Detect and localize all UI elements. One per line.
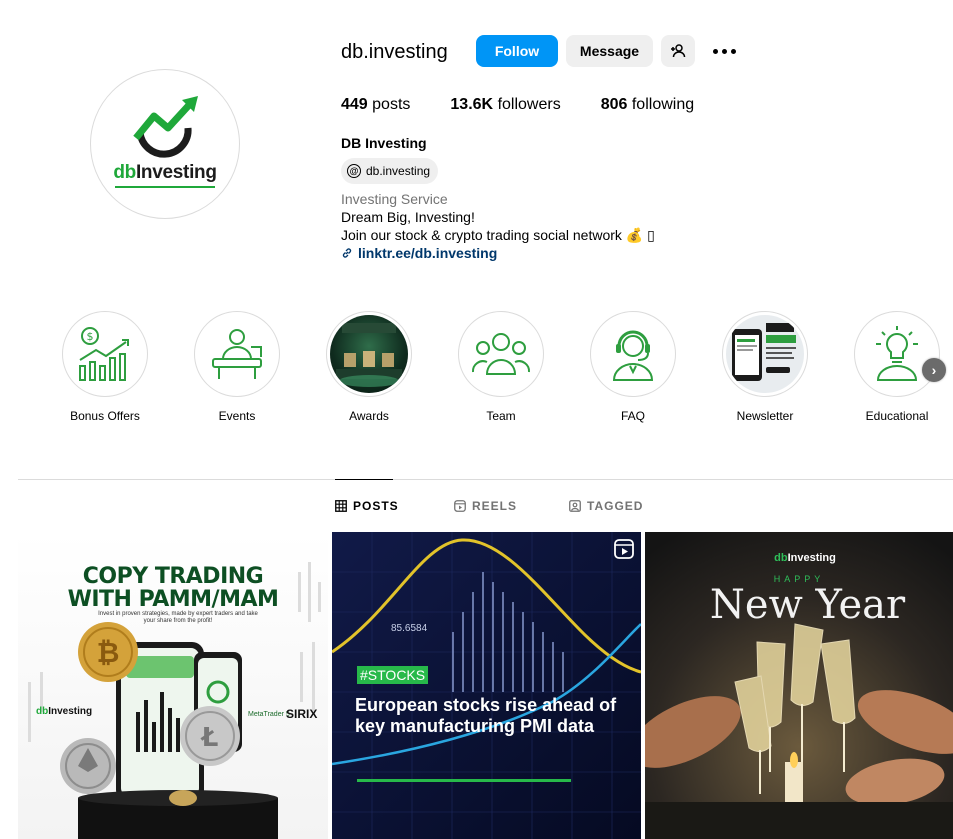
highlight-label: FAQ: [620, 409, 645, 423]
threads-handle: db.investing: [366, 164, 431, 178]
tab-posts-label: POSTS: [353, 499, 399, 513]
post2-title: European stocks rise ahead of key manufa…: [355, 695, 617, 736]
highlight-circle: [854, 311, 940, 397]
highlight-faq[interactable]: FAQ: [590, 311, 676, 423]
highlight-circle: [722, 311, 808, 397]
bio-line-1: Dream Big, Investing!: [341, 209, 475, 225]
tab-reels[interactable]: REELS: [454, 499, 517, 513]
highlight-label: Educational: [865, 409, 929, 423]
tagged-icon: [569, 500, 581, 512]
highlight-events[interactable]: Events: [194, 311, 280, 423]
highlight-team[interactable]: Team: [458, 311, 544, 423]
svg-text:SIRIX: SIRIX: [286, 707, 317, 721]
post3-new-year-text: New Year: [709, 582, 906, 628]
svg-text:₿: ₿: [97, 636, 120, 669]
active-tab-indicator: [335, 479, 393, 480]
message-button[interactable]: Message: [566, 35, 653, 67]
highlight-circle: [590, 311, 676, 397]
highlight-newsletter[interactable]: Newsletter: [722, 311, 808, 423]
follow-button[interactable]: Follow: [476, 35, 558, 67]
avatar-logo-underline: [115, 186, 215, 188]
link-icon: [342, 248, 352, 258]
tab-tagged-label: TAGGED: [587, 499, 644, 513]
post2-price-label: 85.6584: [391, 623, 428, 634]
grid-icon: [335, 500, 347, 512]
highlights-next-arrow-icon[interactable]: ›: [922, 358, 946, 382]
lightbulb-person-icon: [876, 326, 918, 381]
threads-icon: @: [347, 164, 361, 178]
bonus-chart-icon: $: [79, 327, 129, 381]
reels-icon: [454, 500, 466, 512]
profile-stats: 449 posts 13.6K followers 806 following: [341, 96, 734, 114]
posts-stat[interactable]: 449 posts: [341, 96, 410, 114]
tabs-divider: [18, 479, 953, 480]
highlight-circle: [458, 311, 544, 397]
profile-avatar[interactable]: dbInvesting: [90, 69, 240, 219]
post2-accent-line: [357, 779, 571, 782]
profile-full-name: DB Investing: [341, 135, 427, 151]
svg-text:dbInvesting: dbInvesting: [36, 706, 92, 717]
post3-brand: dbInvesting: [774, 552, 836, 564]
followers-stat[interactable]: 13.6K followers: [450, 96, 560, 114]
tab-posts[interactable]: POSTS: [335, 499, 399, 513]
svg-text:$: $: [87, 330, 94, 343]
presenter-icon: [212, 329, 262, 379]
avatar-logo-text: dbInvesting: [113, 162, 217, 183]
highlight-bonus-offers[interactable]: $ Bonus Offers: [62, 311, 148, 423]
post-happy-new-year[interactable]: dbInvesting HAPPY New Year: [645, 532, 953, 839]
highlight-label: Bonus Offers: [70, 409, 140, 423]
highlight-label: Awards: [349, 409, 389, 423]
story-highlights: $ Bonus Offers Events Awards Team FAQ Ne…: [62, 311, 952, 431]
post-european-stocks[interactable]: 85.6584 #STOCKS European stocks rise ahe…: [332, 532, 641, 839]
threads-badge[interactable]: @ db.investing: [341, 158, 439, 184]
highlight-awards[interactable]: Awards: [326, 311, 412, 423]
highlight-circle: [194, 311, 280, 397]
highlight-label: Team: [486, 409, 516, 423]
suggested-users-button[interactable]: [661, 35, 695, 67]
team-icon: [471, 333, 531, 375]
tab-reels-label: REELS: [472, 499, 518, 513]
profile-link[interactable]: linktr.ee/db.investing: [341, 245, 497, 261]
post1-artwork: ₿ Ł dbInvesting MetaTrader 5 SIRIX: [28, 562, 321, 839]
post2-tag: #STOCKS: [357, 666, 429, 684]
profile-link-text: linktr.ee/db.investing: [358, 245, 498, 261]
trophy-stage-icon: [336, 323, 402, 387]
newsletter-image: [726, 315, 804, 393]
newsletter-preview-icon: [732, 323, 796, 381]
highlight-label: Newsletter: [736, 409, 794, 423]
highlight-label: Events: [218, 409, 256, 423]
add-user-icon: [671, 44, 686, 58]
db-investing-logo-icon: [133, 96, 198, 158]
svg-text:Ł: Ł: [200, 723, 219, 753]
highlight-circle: $: [62, 311, 148, 397]
tab-tagged[interactable]: TAGGED: [569, 499, 643, 513]
post-copy-trading[interactable]: COPY TRADING WITH PAMM/MAM Invest in prov…: [18, 532, 328, 839]
highlight-circle: [326, 311, 412, 397]
more-options-icon[interactable]: [710, 40, 738, 62]
bio-line-2: Join our stock & crypto trading social n…: [341, 227, 655, 243]
svg-text:MetaTrader 5: MetaTrader 5: [248, 711, 290, 718]
following-stat[interactable]: 806 following: [601, 96, 694, 114]
profile-username: db.investing: [341, 41, 448, 63]
awards-image: [330, 315, 408, 393]
post2-chart-artwork: [332, 532, 641, 839]
profile-category: Investing Service: [341, 191, 448, 207]
support-agent-icon: [612, 330, 654, 381]
